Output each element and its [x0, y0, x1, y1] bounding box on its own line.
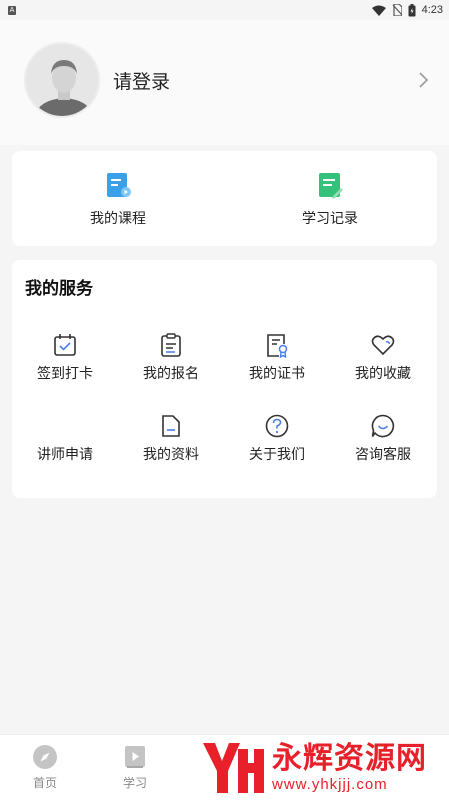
compass-icon	[33, 745, 57, 769]
no-sim-icon	[392, 4, 402, 16]
quick-item-label: 我的课程	[90, 210, 146, 226]
blank-icon	[52, 413, 78, 439]
service-about-us[interactable]: 关于我们	[224, 413, 330, 473]
quick-item-my-courses[interactable]: 我的课程	[12, 151, 224, 246]
service-label: 签到打卡	[37, 365, 93, 381]
status-right: 4:23	[371, 3, 443, 17]
service-my-favorites[interactable]: 我的收藏	[330, 332, 436, 392]
watermark-url: www.yhkjjj.com	[272, 776, 388, 793]
services-card: 我的服务 签到打卡 我的报名 我的证书 我的收藏 讲师申请 我的资料 关于我们 …	[12, 260, 437, 498]
avatar-person-icon[interactable]	[24, 42, 100, 118]
service-my-registration[interactable]: 我的报名	[118, 332, 224, 392]
study-note-icon	[319, 173, 343, 199]
profile-header[interactable]: 请登录	[0, 20, 449, 145]
wifi-icon	[371, 5, 386, 16]
watermark-text: 永辉资源网 www.yhkjjj.com	[272, 742, 427, 794]
course-book-icon	[107, 173, 131, 197]
service-check-in[interactable]: 签到打卡	[12, 332, 118, 392]
service-label: 关于我们	[249, 446, 305, 462]
tab-label: 首页	[32, 776, 57, 790]
status-left: A	[8, 5, 16, 15]
yh-logo-icon	[203, 743, 264, 793]
a-notification-icon: A	[8, 5, 16, 15]
status-bar: A 4:23	[0, 0, 449, 20]
services-title: 我的服务	[25, 279, 93, 298]
folder-icon	[162, 415, 180, 437]
status-time: 4:23	[421, 4, 443, 16]
tab-home[interactable]: 首页	[0, 735, 90, 800]
clipboard-icon	[161, 333, 181, 357]
login-label[interactable]: 请登录	[113, 67, 170, 94]
heart-icon	[371, 335, 395, 356]
chevron-right-icon[interactable]	[416, 71, 430, 89]
service-customer-support[interactable]: 咨询客服	[330, 413, 436, 473]
service-my-certificate[interactable]: 我的证书	[224, 332, 330, 392]
service-label: 我的报名	[143, 365, 199, 381]
service-label: 我的收藏	[355, 365, 411, 381]
service-lecturer-apply[interactable]: 讲师申请	[12, 413, 118, 473]
quick-item-study-record[interactable]: 学习记录	[224, 151, 436, 246]
quick-item-label: 学习记录	[302, 210, 358, 226]
calendar-check-icon	[54, 334, 76, 356]
service-label: 讲师申请	[37, 446, 93, 462]
question-circle-icon	[265, 414, 289, 438]
service-label: 咨询客服	[355, 446, 411, 462]
service-label: 我的资料	[143, 446, 199, 462]
tab-study[interactable]: 学习	[90, 735, 180, 800]
tab-label: 学习	[122, 776, 147, 790]
watermark-title: 永辉资源网	[272, 742, 427, 775]
certificate-icon	[267, 334, 288, 358]
play-book-icon	[125, 746, 145, 768]
service-label: 我的证书	[249, 365, 305, 381]
watermark-logo: 永辉资源网 www.yhkjjj.com	[200, 738, 445, 798]
chat-bubble-icon	[371, 414, 395, 438]
service-my-materials[interactable]: 我的资料	[118, 413, 224, 473]
quick-actions-card: 我的课程 学习记录	[12, 151, 437, 246]
battery-icon	[408, 3, 416, 16]
